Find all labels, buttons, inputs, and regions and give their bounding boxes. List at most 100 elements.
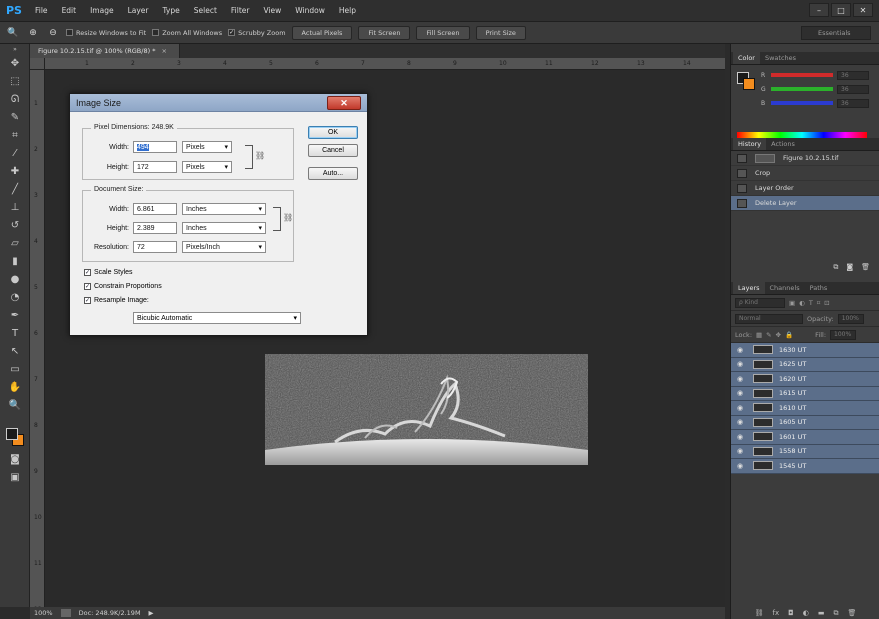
zoom-tool-icon[interactable]: 🔍 <box>6 26 20 40</box>
px-height-unit-select[interactable]: Pixels ▾ <box>182 161 232 173</box>
lock-all-icon[interactable]: 🔒 <box>785 331 793 339</box>
menu-help[interactable]: Help <box>332 6 363 15</box>
tab-paths[interactable]: Paths <box>805 282 833 294</box>
camera-snapshot-icon[interactable]: ◙ <box>846 263 853 275</box>
delete-layer-icon[interactable]: 🗑 <box>847 609 856 617</box>
menu-image[interactable]: Image <box>83 6 121 15</box>
type-tool-icon[interactable]: T <box>0 324 30 342</box>
lasso-tool-icon[interactable]: ᘏ <box>0 90 30 108</box>
dialog-title-bar[interactable]: Image Size <box>70 94 367 112</box>
minimize-button[interactable]: – <box>809 3 829 17</box>
zoom-tool-icon[interactable]: 🔍 <box>0 396 30 414</box>
print-size-button[interactable]: Print Size <box>475 25 526 40</box>
green-value-input[interactable]: 36 <box>837 84 869 94</box>
pen-tool-icon[interactable]: ✒ <box>0 306 30 324</box>
tab-swatches[interactable]: Swatches <box>760 52 801 64</box>
opacity-input[interactable]: 100% <box>837 313 864 324</box>
history-item-crop[interactable]: Crop <box>731 166 879 181</box>
quick-mask-icon[interactable]: ◙ <box>0 450 30 468</box>
history-brush-source-icon[interactable] <box>737 153 747 163</box>
eye-icon[interactable]: ◉ <box>737 447 747 455</box>
status-menu-arrow-icon[interactable]: ▶ <box>149 609 154 617</box>
quick-select-tool-icon[interactable]: ✎ <box>0 108 30 126</box>
zoom-in-icon[interactable]: ⊕ <box>26 26 40 40</box>
new-layer-icon[interactable]: ⧉ <box>833 609 838 618</box>
layer-row[interactable]: ◉ 1601 UT <box>731 430 879 445</box>
workspace-select[interactable]: Essentials <box>801 26 871 40</box>
fit-screen-button[interactable]: Fit Screen <box>358 25 411 40</box>
menu-edit[interactable]: Edit <box>55 6 84 15</box>
history-brush-tool-icon[interactable]: ↺ <box>0 216 30 234</box>
fill-input[interactable]: 100% <box>830 329 857 340</box>
menu-filter[interactable]: Filter <box>224 6 257 15</box>
layer-style-icon[interactable]: fx <box>773 609 780 617</box>
blue-slider[interactable] <box>771 101 833 105</box>
red-slider[interactable] <box>771 73 833 77</box>
eye-icon[interactable]: ◉ <box>737 418 747 426</box>
eyedropper-tool-icon[interactable]: ⁄ <box>0 144 30 162</box>
shape-tool-icon[interactable]: ▭ <box>0 360 30 378</box>
close-tab-icon[interactable]: × <box>161 47 166 55</box>
layer-row[interactable]: ◉ 1615 UT <box>731 386 879 401</box>
auto-button[interactable]: Auto... <box>308 167 358 180</box>
red-value-input[interactable]: 36 <box>837 70 869 80</box>
layer-row[interactable]: ◉ 1620 UT <box>731 372 879 387</box>
fill-screen-button[interactable]: Fill Screen <box>416 25 470 40</box>
px-width-unit-select[interactable]: Pixels ▾ <box>182 141 232 153</box>
dialog-close-button[interactable]: ✕ <box>327 96 361 110</box>
brush-tool-icon[interactable]: ╱ <box>0 180 30 198</box>
zoom-level[interactable]: 100% <box>34 609 53 617</box>
blend-mode-select[interactable]: Normal <box>735 313 803 324</box>
layer-row[interactable]: ◉ 1605 UT <box>731 415 879 430</box>
scrubby-zoom-checkbox[interactable]: ✓ Scrubby Zoom <box>228 29 286 37</box>
layer-row[interactable]: ◉ 1558 UT <box>731 444 879 459</box>
link-layers-icon[interactable]: ⛓ <box>755 609 764 617</box>
tab-history[interactable]: History <box>733 138 767 150</box>
history-snapshot[interactable]: Figure 10.2.15.tif <box>731 151 879 166</box>
lock-transparent-icon[interactable]: ▦ <box>756 331 762 339</box>
panel-background-swatch[interactable] <box>743 78 755 90</box>
document-tab[interactable]: Figure 10.2.15.tif @ 100% (RGB/8) * × <box>30 44 180 58</box>
new-document-from-state-icon[interactable]: ⧉ <box>833 263 838 275</box>
eye-icon[interactable]: ◉ <box>737 375 747 383</box>
layer-row[interactable]: ◉ 1630 UT <box>731 343 879 358</box>
status-info-icon[interactable] <box>60 609 71 617</box>
document-image[interactable] <box>265 354 588 465</box>
marquee-tool-icon[interactable]: ⬚ <box>0 72 30 90</box>
resize-windows-checkbox[interactable]: Resize Windows to Fit <box>66 29 146 37</box>
doc-width-unit-select[interactable]: Inches ▾ <box>182 203 266 215</box>
history-item-delete-layer[interactable]: Delete Layer <box>731 196 879 211</box>
eye-icon[interactable]: ◉ <box>737 360 747 368</box>
close-window-button[interactable]: ✕ <box>853 3 873 17</box>
dodge-tool-icon[interactable]: ◔ <box>0 288 30 306</box>
layer-row[interactable]: ◉ 1625 UT <box>731 357 879 372</box>
actual-pixels-button[interactable]: Actual Pixels <box>291 25 353 40</box>
maximize-button[interactable]: □ <box>831 3 851 17</box>
ok-button[interactable]: OK <box>308 126 358 139</box>
eye-icon[interactable]: ◉ <box>737 462 747 470</box>
resample-image-checkbox[interactable]: ✓ Resample Image: <box>84 297 149 304</box>
eye-icon[interactable]: ◉ <box>737 389 747 397</box>
doc-height-input[interactable]: 2.389 <box>133 222 177 234</box>
menu-layer[interactable]: Layer <box>121 6 156 15</box>
filter-smart-object-icon[interactable]: ⊡ <box>824 299 829 307</box>
scale-styles-checkbox[interactable]: ✓ Scale Styles <box>84 269 133 276</box>
eye-icon[interactable]: ◉ <box>737 346 747 354</box>
tab-color[interactable]: Color <box>733 52 760 64</box>
clone-stamp-tool-icon[interactable]: ⊥ <box>0 198 30 216</box>
filter-type-icon[interactable]: T <box>809 299 813 307</box>
eye-icon[interactable]: ◉ <box>737 404 747 412</box>
tab-channels[interactable]: Channels <box>765 282 805 294</box>
eraser-tool-icon[interactable]: ▱ <box>0 234 30 252</box>
eye-icon[interactable]: ◉ <box>737 433 747 441</box>
trash-icon[interactable]: 🗑 <box>861 263 870 275</box>
zoom-all-checkbox[interactable]: Zoom All Windows <box>152 29 222 37</box>
foreground-color-swatch[interactable] <box>6 428 18 440</box>
hand-tool-icon[interactable]: ✋ <box>0 378 30 396</box>
filter-pixel-icon[interactable]: ▣ <box>789 299 795 307</box>
path-select-tool-icon[interactable]: ↖ <box>0 342 30 360</box>
menu-view[interactable]: View <box>256 6 288 15</box>
blue-value-input[interactable]: 36 <box>837 98 869 108</box>
green-slider[interactable] <box>771 87 833 91</box>
tab-actions[interactable]: Actions <box>766 138 800 150</box>
